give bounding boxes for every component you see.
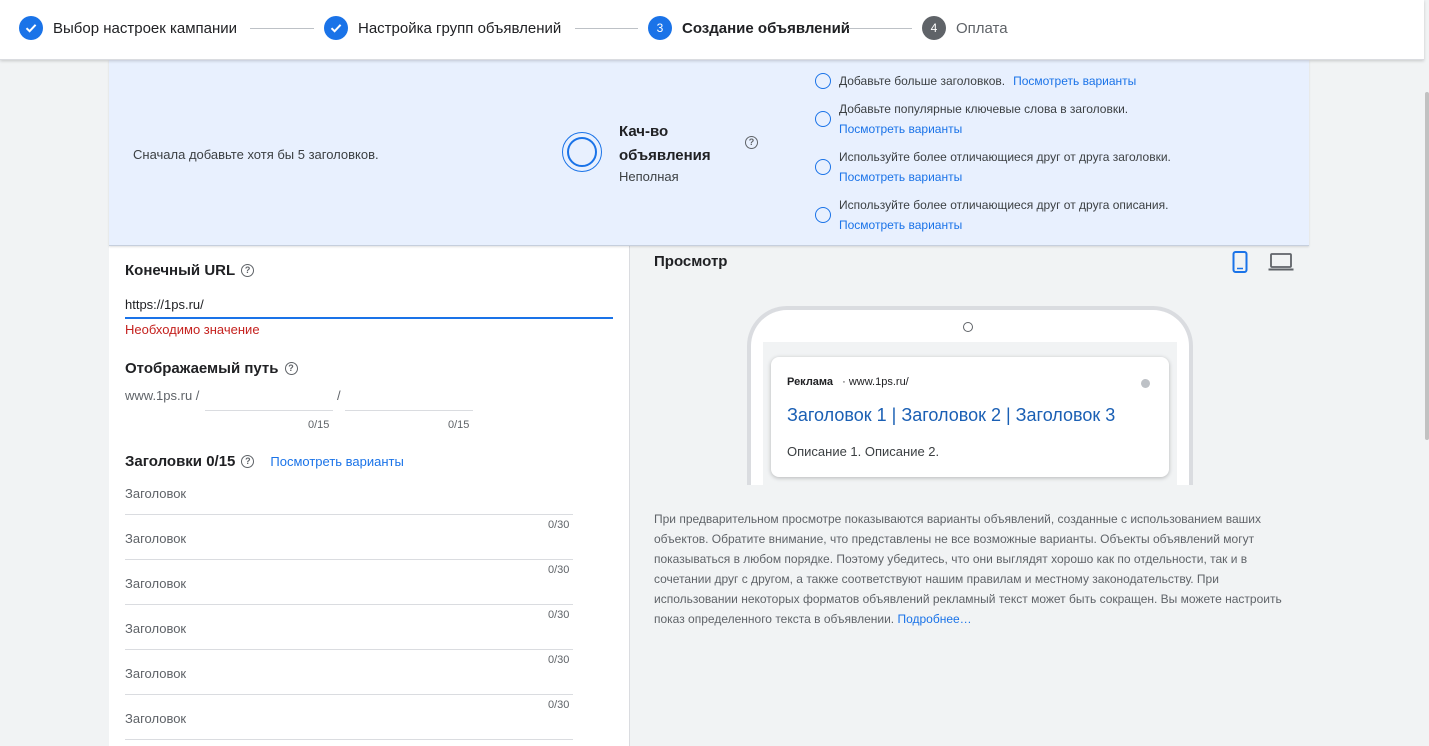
suggestion-radio[interactable] [815,159,831,175]
suggestion-link[interactable]: Посмотреть варианты [839,218,962,232]
headline-input[interactable] [125,525,573,551]
headline-field [125,650,573,695]
ad-headline[interactable]: Заголовок 1 | Заголовок 2 | Заголовок 3 [787,405,1115,426]
step-connector [848,28,912,29]
step-create-ads[interactable]: 3 Создание объявлений [648,16,850,40]
step-ad-groups[interactable]: Настройка групп объявлений [324,16,561,40]
help-icon[interactable]: ? [241,264,255,277]
headlines-label: Заголовки 0/15 ? Посмотреть варианты [125,453,404,470]
check-icon [19,16,43,40]
headline-field [125,515,573,560]
suggestion-link[interactable]: Посмотреть варианты [839,170,962,184]
ad-quality-panel: Сначала добавьте хотя бы 5 заголовков. К… [109,60,1309,246]
scrollbar-thumb[interactable] [1425,92,1429,440]
quality-title: Кач-во объявления [619,123,711,164]
step-campaign-settings[interactable]: Выбор настроек кампании [19,16,237,40]
display-path-separator: / [337,388,341,403]
headline-input[interactable] [125,480,573,506]
display-path-2-input[interactable] [345,384,473,411]
check-icon [324,16,348,40]
headlines-suggestions-link[interactable]: Посмотреть варианты [270,454,403,469]
quality-meter-icon [562,132,602,172]
step-label: Оплата [956,19,1008,37]
display-path-2-counter: 0/15 [448,419,470,431]
headline-input[interactable] [125,615,573,641]
headline-field [125,470,573,515]
suggestion-radio[interactable] [815,207,831,223]
headline-field [125,695,573,740]
step-connector [250,28,314,29]
display-path-label: Отображаемый путь ? [125,360,298,377]
help-icon[interactable]: ? [284,362,298,375]
suggestion-text: Добавьте больше заголовков. [839,74,1006,88]
desktop-device-icon[interactable] [1268,253,1294,276]
ad-meta: Реклама · www.1ps.ru/ [787,376,909,388]
step-label: Настройка групп объявлений [358,19,562,37]
display-path-prefix: www.1ps.ru / [125,388,200,403]
suggestion-text: Добавьте популярные ключевые слова в заг… [839,102,1129,116]
final-url-error: Необходимо значение [125,322,260,337]
suggestion-link[interactable]: Посмотреть варианты [1013,74,1136,88]
headline-field [125,560,573,605]
display-path-label-text: Отображаемый путь [125,360,279,377]
headline-input[interactable] [125,570,573,596]
final-url-input[interactable] [125,291,613,319]
step-label: Выбор настроек кампании [53,19,238,37]
ad-preview-card: Реклама · www.1ps.ru/ Заголовок 1 | Заго… [771,357,1169,477]
headline-field [125,605,573,650]
preview-note: При предварительном просмотре показывают… [654,509,1294,629]
phone-camera [963,322,973,332]
suggestion-text: Используйте более отличающиеся друг от д… [839,150,1171,164]
ad-badge: Реклама [787,376,834,388]
suggestion-link[interactable]: Посмотреть варианты [839,122,962,136]
campaign-stepper: Выбор настроек кампании Настройка групп … [0,0,1424,60]
help-icon[interactable]: ? [241,455,255,468]
headline-input[interactable] [125,660,573,686]
ad-display-url: · www.1ps.ru/ [842,376,909,388]
display-path-1-counter: 0/15 [308,419,330,431]
info-icon[interactable] [1141,379,1150,388]
help-icon[interactable]: ? [745,136,758,149]
ad-description: Описание 1. Описание 2. [787,444,940,459]
mobile-device-icon[interactable] [1232,251,1248,278]
step-connector [575,28,638,29]
quality-hint: Сначала добавьте хотя бы 5 заголовков. [133,147,379,162]
suggestion-radio[interactable] [815,73,831,89]
step-payment[interactable]: 4 Оплата [922,16,1008,40]
suggestion-text: Используйте более отличающиеся друг от д… [839,198,1169,212]
final-url-label-text: Конечный URL [125,262,236,279]
headlines-label-text: Заголовки 0/15 [125,453,236,470]
preview-title: Просмотр [654,253,728,270]
ad-form: Конечный URL ? Необходимо значение Отобр… [109,246,630,746]
preview-note-text: При предварительном просмотре показывают… [654,512,1282,626]
headline-input[interactable] [125,705,573,731]
suggestion-radio[interactable] [815,111,831,127]
learn-more-link[interactable]: Подробнее… [897,612,971,626]
final-url-label: Конечный URL ? [125,262,255,279]
step-label: Создание объявлений [682,19,851,37]
quality-status: Неполная [619,169,679,184]
step-number: 3 [648,16,672,40]
display-path-1-input[interactable] [205,384,333,411]
step-number: 4 [922,16,946,40]
